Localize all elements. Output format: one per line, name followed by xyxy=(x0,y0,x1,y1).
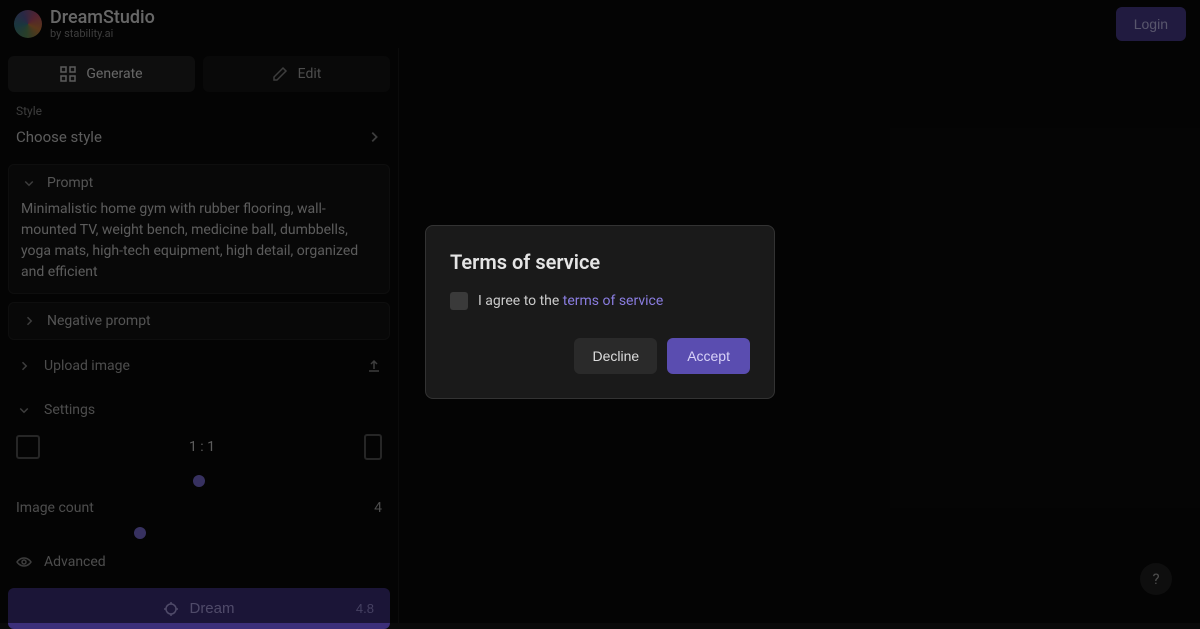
tos-link[interactable]: terms of service xyxy=(563,293,664,309)
terms-modal: Terms of service I agree to the terms of… xyxy=(425,225,775,399)
modal-overlay[interactable]: Terms of service I agree to the terms of… xyxy=(0,0,1200,623)
decline-button[interactable]: Decline xyxy=(574,338,657,374)
agree-text: I agree to the terms of service xyxy=(478,293,663,309)
modal-actions: Decline Accept xyxy=(450,338,750,374)
modal-title: Terms of service xyxy=(450,250,750,274)
accept-button[interactable]: Accept xyxy=(667,338,750,374)
agree-row: I agree to the terms of service xyxy=(450,292,750,310)
agree-checkbox[interactable] xyxy=(450,292,468,310)
